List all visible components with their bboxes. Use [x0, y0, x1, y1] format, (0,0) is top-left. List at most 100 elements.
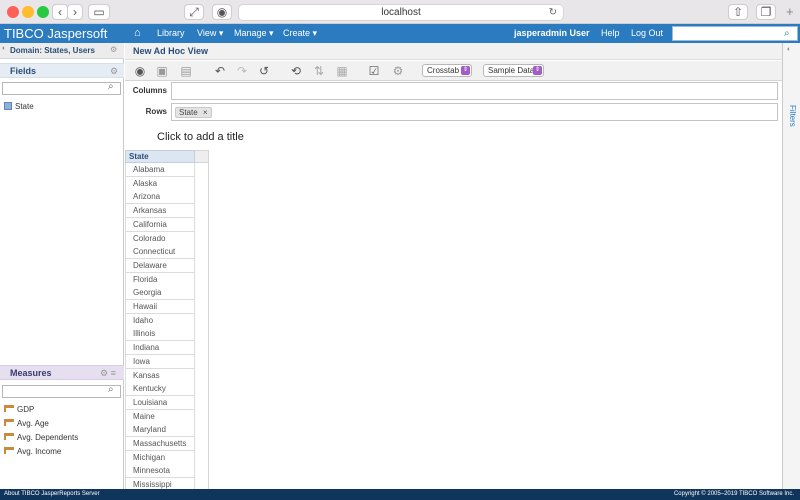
- filters-label[interactable]: Filters: [785, 105, 799, 145]
- window-zoom-button[interactable]: [37, 6, 49, 18]
- global-search-input[interactable]: [672, 26, 798, 41]
- tabs-icon[interactable]: ❐: [756, 4, 776, 20]
- filters-collapse-icon[interactable]: ◐: [787, 46, 791, 53]
- crosstab-row[interactable]: Indiana: [125, 341, 195, 356]
- fullscreen-icon[interactable]: ⤢: [184, 4, 204, 20]
- reload-icon[interactable]: ↻: [549, 5, 557, 20]
- new-tab-icon[interactable]: +: [786, 5, 794, 18]
- crosstab-header-state[interactable]: State: [125, 150, 195, 163]
- adhoc-toolbar: ◉ ▣ ▤ ↶ ↷ ↺ ⟲ ⇅ ▦ ☑ ⚙ Crosstab ⇕ Sample …: [125, 61, 782, 81]
- measure-item-gdp[interactable]: GDP: [4, 403, 34, 416]
- search-icon[interactable]: ⌕: [784, 26, 790, 41]
- nav-library[interactable]: Library: [157, 24, 185, 43]
- crosstab-row[interactable]: Arkansas: [125, 204, 195, 219]
- measure-item-avg-income[interactable]: Avg. Income: [4, 445, 61, 458]
- export-icon[interactable]: ▤: [179, 64, 193, 78]
- crosstab-row[interactable]: California: [125, 217, 195, 232]
- fields-options-icon[interactable]: ⚙: [110, 64, 118, 79]
- data-mode-value: Sample Data: [488, 66, 535, 75]
- crosstab-row[interactable]: Minnesota: [125, 464, 195, 479]
- view-type-value: Crosstab: [427, 66, 460, 75]
- field-item-state[interactable]: State: [4, 100, 34, 113]
- domain-title-bar: ◐ Domain: States, Users ⚙: [0, 43, 124, 59]
- rows-drop-zone[interactable]: State ×: [171, 103, 778, 121]
- rows-chip-state[interactable]: State ×: [175, 107, 212, 118]
- crosstab-row[interactable]: Kentucky: [125, 382, 195, 397]
- nav-manage[interactable]: Manage ▾: [234, 24, 274, 43]
- share-icon[interactable]: ⇧: [728, 4, 748, 20]
- options-icon[interactable]: ☑: [367, 64, 381, 78]
- layout-icon[interactable]: ▦: [335, 64, 349, 78]
- crosstab-row[interactable]: Hawaii: [125, 300, 195, 314]
- forward-button[interactable]: ›: [67, 4, 83, 20]
- crosstab-row[interactable]: Idaho: [125, 313, 195, 328]
- about-link[interactable]: About TIBCO JasperReports Server: [4, 489, 100, 500]
- crosstab-row[interactable]: Iowa: [125, 354, 195, 369]
- measure-ruler-icon: [4, 419, 14, 426]
- view-type-select[interactable]: Crosstab ⇕: [422, 64, 472, 77]
- home-icon[interactable]: ⌂: [134, 24, 141, 43]
- pivot-icon[interactable]: ⟲: [289, 64, 303, 78]
- fields-label: Fields: [10, 66, 37, 76]
- crosstab-row[interactable]: Georgia: [125, 286, 195, 301]
- field-label: State: [15, 102, 34, 111]
- crosstab-row[interactable]: Louisiana: [125, 395, 195, 410]
- redo-icon[interactable]: ↷: [235, 64, 249, 78]
- crosstab-row[interactable]: Connecticut: [125, 245, 195, 260]
- privacy-icon[interactable]: ◉: [212, 4, 232, 20]
- preview-eye-icon[interactable]: ◉: [133, 64, 147, 78]
- dimension-icon: [4, 102, 12, 110]
- remove-icon[interactable]: ×: [203, 108, 208, 117]
- crosstab-row[interactable]: Alabama: [125, 163, 195, 177]
- crosstab-row[interactable]: Illinois: [125, 327, 195, 342]
- nav-create[interactable]: Create ▾: [283, 24, 317, 43]
- fields-search-input[interactable]: [2, 82, 121, 95]
- measures-options-icon[interactable]: ⚙ ≡: [100, 366, 116, 381]
- chevron-down-icon: ⇕: [533, 66, 542, 75]
- measure-label: Avg. Age: [17, 419, 49, 428]
- back-button[interactable]: ‹: [52, 4, 68, 20]
- domain-options-icon[interactable]: ⚙: [110, 45, 117, 54]
- window-close-button[interactable]: [7, 6, 19, 18]
- crosstab-row[interactable]: Michigan: [125, 450, 195, 465]
- nav-view[interactable]: View ▾: [197, 24, 223, 43]
- settings-icon[interactable]: ⚙: [391, 64, 405, 78]
- save-icon[interactable]: ▣: [155, 64, 169, 78]
- url-text: localhost: [381, 7, 421, 18]
- crosstab-row[interactable]: Alaska: [125, 176, 195, 191]
- crosstab-row[interactable]: Delaware: [125, 258, 195, 273]
- help-link[interactable]: Help: [601, 24, 620, 43]
- window-minimize-button[interactable]: [22, 6, 34, 18]
- jaspersoft-logo: TIBCO Jaspersoft: [4, 26, 108, 41]
- adhoc-canvas: New Ad Hoc View ◉ ▣ ▤ ↶ ↷ ↺ ⟲ ⇅ ▦ ☑ ⚙ Cr…: [125, 43, 782, 493]
- chip-label: State: [179, 108, 198, 117]
- undo-all-icon[interactable]: ↺: [257, 64, 271, 78]
- measure-item-avg-dependents[interactable]: Avg. Dependents: [4, 431, 78, 444]
- crosstab-row[interactable]: Kansas: [125, 368, 195, 383]
- logout-link[interactable]: Log Out: [631, 24, 663, 43]
- fields-search-icon[interactable]: ⌕: [108, 81, 114, 92]
- sort-icon[interactable]: ⇅: [312, 64, 326, 78]
- user-name[interactable]: jasperadmin User: [514, 24, 590, 43]
- data-mode-select[interactable]: Sample Data ⇕: [483, 64, 544, 77]
- sidebar-toggle-icon[interactable]: ▭: [88, 4, 110, 20]
- chevron-down-icon: ⇕: [461, 66, 470, 75]
- crosstab-row[interactable]: Maine: [125, 409, 195, 424]
- crosstab-row[interactable]: Arizona: [125, 190, 195, 205]
- fields-header: Fields ⚙: [0, 63, 124, 78]
- measures-search-icon[interactable]: ⌕: [108, 384, 114, 395]
- measures-search-input[interactable]: [2, 385, 121, 398]
- measure-label: Avg. Dependents: [17, 433, 79, 442]
- measure-label: GDP: [17, 405, 35, 414]
- report-title-placeholder[interactable]: Click to add a title: [157, 131, 244, 143]
- columns-drop-zone[interactable]: [171, 82, 778, 100]
- crosstab-row[interactable]: Florida: [125, 272, 195, 287]
- collapse-icon[interactable]: ◐: [2, 45, 6, 52]
- url-bar[interactable]: localhost ↻: [238, 4, 564, 21]
- crosstab-row[interactable]: Colorado: [125, 231, 195, 246]
- undo-icon[interactable]: ↶: [213, 64, 227, 78]
- crosstab-row[interactable]: Massachusetts: [125, 437, 195, 451]
- crosstab-corner: [195, 150, 209, 163]
- crosstab-row[interactable]: Maryland: [125, 423, 195, 438]
- measure-item-avg-age[interactable]: Avg. Age: [4, 417, 49, 430]
